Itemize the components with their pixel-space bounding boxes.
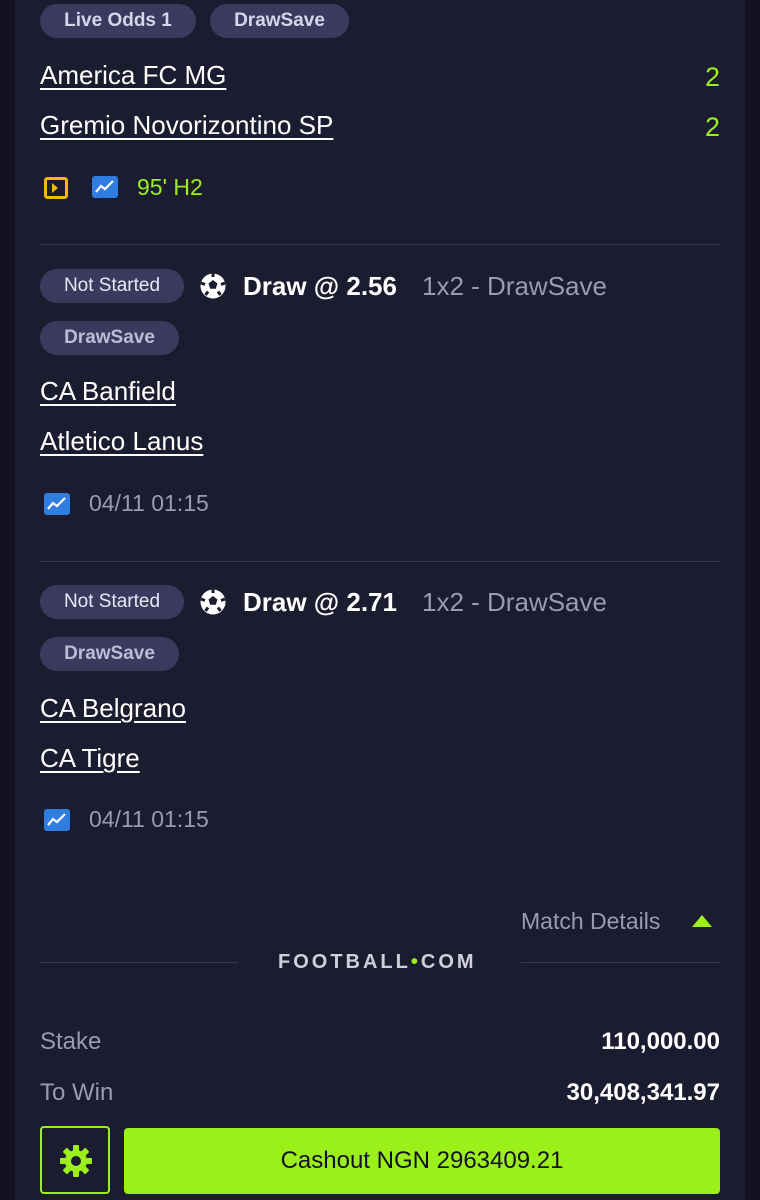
stats-chart-icon[interactable] [44,493,70,515]
stats-chart-icon[interactable] [44,809,70,831]
market-label: 1x2 - DrawSave [422,587,607,617]
live-stream-icon[interactable] [44,177,68,199]
cashout-button[interactable]: Cashout NGN 2963409.21 [124,1128,720,1194]
divider [40,561,720,562]
live-odds-tag: Live Odds 1 [40,4,196,38]
stake-value: 110,000.00 [601,1028,720,1055]
to-win-value: 30,408,341.97 [566,1079,720,1106]
away-team-link[interactable]: Gremio Novorizontino SP [40,110,333,141]
away-score: 2 [704,112,720,142]
status-badge: Not Started [40,269,184,303]
divider [40,244,720,245]
home-team-link[interactable]: CA Belgrano [40,693,186,724]
soccer-ball-icon [199,588,227,616]
kickoff-time: 04/11 01:15 [89,490,209,516]
pick-odds: Draw @ 2.56 [243,271,397,301]
drawsave-tag: DrawSave [40,637,179,671]
drawsave-tag: DrawSave [210,4,349,38]
to-win-label: To Win [40,1079,114,1106]
match-details-label: Match Details [521,908,661,934]
home-score: 2 [704,62,720,92]
gear-icon [58,1143,94,1179]
divider [521,962,720,963]
home-team-link[interactable]: CA Banfield [40,376,176,407]
drawsave-tag: DrawSave [40,321,179,355]
market-label: 1x2 - DrawSave [422,271,607,301]
cashout-label: Cashout NGN 2963409.21 [280,1147,564,1174]
bet-card: Live Odds 1 DrawSave America FC MG 2 Gre… [15,0,745,1200]
match-details-toggle[interactable]: Match Details [521,908,660,935]
pick-odds: Draw @ 2.71 [243,587,397,617]
match-time: 95' H2 [137,174,203,200]
settings-button[interactable] [40,1126,110,1194]
status-badge: Not Started [40,585,184,619]
divider [40,962,238,963]
away-team-link[interactable]: CA Tigre [40,743,140,774]
stake-label: Stake [40,1028,102,1055]
away-team-link[interactable]: Atletico Lanus [40,426,203,457]
soccer-ball-icon [199,272,227,300]
kickoff-time: 04/11 01:15 [89,806,209,832]
football-com-logo: FOOTBALL•COM [278,951,477,973]
chevron-up-icon[interactable] [691,914,713,928]
stats-chart-icon[interactable] [92,176,118,198]
home-team-link[interactable]: America FC MG [40,60,226,91]
